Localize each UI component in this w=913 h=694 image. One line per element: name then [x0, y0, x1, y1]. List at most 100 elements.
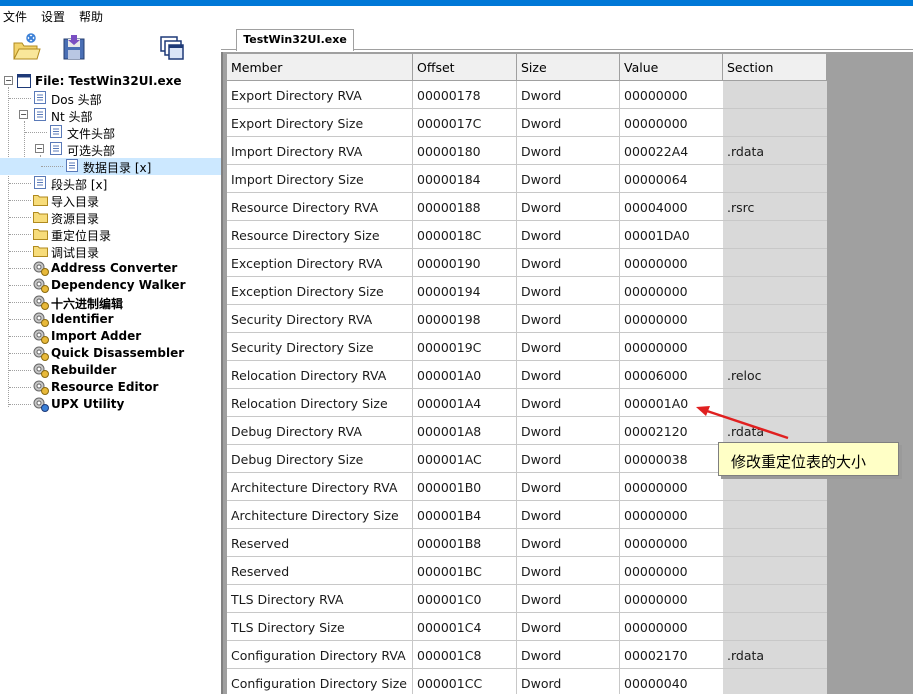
- cell-value[interactable]: 00000000: [620, 557, 723, 585]
- column-header-offset[interactable]: Offset: [413, 54, 517, 81]
- table-row[interactable]: Reserved 000001B8 Dword 00000000: [227, 529, 827, 557]
- document-icon: [34, 176, 48, 190]
- table-row[interactable]: Export Directory Size 0000017C Dword 000000…: [227, 109, 827, 137]
- tab-file[interactable]: TestWin32UI.exe: [236, 29, 354, 51]
- cell-offset: 000001A4: [413, 389, 517, 417]
- tree-item-nt-header[interactable]: − Nt 头部: [0, 107, 221, 124]
- cell-value[interactable]: 00001DA0: [620, 221, 723, 249]
- table-row[interactable]: Security Directory RVA 00000198 Dword 00000…: [227, 305, 827, 333]
- tree-item-data-directories[interactable]: 数据目录 [x]: [0, 158, 221, 175]
- tree-item-address-converter[interactable]: Address Converter: [0, 260, 221, 277]
- table-row[interactable]: Configuration Directory RVA 000001C8 Dword…: [227, 641, 827, 669]
- column-header-size[interactable]: Size: [517, 54, 620, 81]
- table-row[interactable]: Configuration Directory Size 000001CC Dwor…: [227, 669, 827, 694]
- cell-value[interactable]: 00000000: [620, 305, 723, 333]
- cell-member: Import Directory RVA: [227, 137, 413, 165]
- table-row[interactable]: Exception Directory RVA 00000190 Dword 0000…: [227, 249, 827, 277]
- table-row[interactable]: Security Directory Size 0000019C Dword 0000…: [227, 333, 827, 361]
- tree-item-rebuilder[interactable]: Rebuilder: [0, 362, 221, 379]
- cell-value[interactable]: 00000000: [620, 277, 723, 305]
- tree-item-label: Quick Disassembler: [51, 346, 185, 360]
- table-row[interactable]: Import Directory RVA 00000180 Dword 000022A…: [227, 137, 827, 165]
- tree-connector: [9, 98, 31, 99]
- tree-item-debug-directory[interactable]: 调试目录: [0, 243, 221, 260]
- cell-value[interactable]: 00000000: [620, 473, 723, 501]
- cell-member: Relocation Directory Size: [227, 389, 413, 417]
- tree-item-label: Import Adder: [51, 329, 142, 343]
- cell-value[interactable]: 00000000: [620, 109, 723, 137]
- tree-connector: [25, 132, 47, 133]
- tool-icon: [33, 261, 49, 276]
- table-row[interactable]: Exception Directory Size 00000194 Dword 000…: [227, 277, 827, 305]
- table-row[interactable]: Resource Directory Size 0000018C Dword 0000…: [227, 221, 827, 249]
- table-row[interactable]: Architecture Directory RVA 000001B0 Dword 0…: [227, 473, 827, 501]
- cell-offset: 000001BC: [413, 557, 517, 585]
- cell-value[interactable]: 00000000: [620, 81, 723, 109]
- cell-value[interactable]: 00000064: [620, 165, 723, 193]
- table-row[interactable]: TLS Directory RVA 000001C0 Dword 00000000: [227, 585, 827, 613]
- tree-item-import-adder[interactable]: Import Adder: [0, 328, 221, 345]
- tree-item-relocation-directory[interactable]: 重定位目录: [0, 226, 221, 243]
- cell-section: [723, 277, 827, 305]
- tree-item-label: 调试目录: [51, 246, 100, 260]
- cell-value[interactable]: 00000000: [620, 529, 723, 557]
- cell-member: TLS Directory RVA: [227, 585, 413, 613]
- cell-section: .rdata: [723, 137, 827, 165]
- tree-item-section-headers[interactable]: 段头部 [x]: [0, 175, 221, 192]
- cell-offset: 000001B8: [413, 529, 517, 557]
- toolbar: [0, 26, 220, 68]
- column-header-value[interactable]: Value: [620, 54, 723, 81]
- table-row[interactable]: Export Directory RVA 00000178 Dword 0000000…: [227, 81, 827, 109]
- tab-strip: TestWin32UI.exe: [221, 26, 913, 51]
- collapse-icon[interactable]: −: [35, 144, 44, 153]
- tree-item-identifier[interactable]: Identifier: [0, 311, 221, 328]
- cell-value[interactable]: 00006000: [620, 361, 723, 389]
- tree-item-quick-disassembler[interactable]: Quick Disassembler: [0, 345, 221, 362]
- table-row[interactable]: Relocation Directory RVA 000001A0 Dword 000…: [227, 361, 827, 389]
- cell-value[interactable]: 00000000: [620, 333, 723, 361]
- cell-size: Dword: [517, 109, 620, 137]
- cell-member: Exception Directory RVA: [227, 249, 413, 277]
- column-header-member[interactable]: Member: [227, 54, 413, 81]
- cell-value[interactable]: 00000000: [620, 585, 723, 613]
- tree-item-dos-header[interactable]: Dos 头部: [0, 90, 221, 107]
- tree-item-import-directory[interactable]: 导入目录: [0, 192, 221, 209]
- windows-icon[interactable]: [155, 31, 189, 65]
- cell-section: [723, 585, 827, 613]
- tree-item-dependency-walker[interactable]: Dependency Walker: [0, 277, 221, 294]
- cell-value[interactable]: 00004000: [620, 193, 723, 221]
- save-icon[interactable]: [57, 31, 91, 65]
- file-tree: − File: TestWin32UI.exe Dos 头部 − Nt 头部 文…: [0, 73, 221, 694]
- menu-file[interactable]: 文件: [3, 8, 27, 25]
- collapse-icon[interactable]: −: [4, 76, 13, 85]
- tree-item-optional-header[interactable]: − 可选头部: [0, 141, 221, 158]
- cell-value[interactable]: 00000000: [620, 613, 723, 641]
- cell-size: Dword: [517, 501, 620, 529]
- cell-member: Resource Directory RVA: [227, 193, 413, 221]
- table-row[interactable]: Reserved 000001BC Dword 00000000: [227, 557, 827, 585]
- tree-item-hex-editor[interactable]: 十六进制编辑: [0, 294, 221, 311]
- collapse-icon[interactable]: −: [19, 110, 28, 119]
- tree-item-file-header[interactable]: 文件头部: [0, 124, 221, 141]
- cell-section: .rsrc: [723, 193, 827, 221]
- cell-value[interactable]: 00000040: [620, 669, 723, 694]
- open-file-icon[interactable]: [9, 31, 43, 65]
- cell-value[interactable]: 00000000: [620, 249, 723, 277]
- cell-value[interactable]: 000022A4: [620, 137, 723, 165]
- table-row[interactable]: TLS Directory Size 000001C4 Dword 00000000: [227, 613, 827, 641]
- cell-value[interactable]: 00000000: [620, 501, 723, 529]
- tree-item-upx-utility[interactable]: UPX Utility: [0, 396, 221, 413]
- table-row[interactable]: Import Directory Size 00000184 Dword 000000…: [227, 165, 827, 193]
- tree-connector: [9, 268, 31, 269]
- cell-value[interactable]: 00002170: [620, 641, 723, 669]
- tree-item-resource-directory[interactable]: 资源目录: [0, 209, 221, 226]
- menu-settings[interactable]: 设置: [41, 8, 65, 25]
- document-icon: [66, 159, 80, 173]
- tree-root[interactable]: − File: TestWin32UI.exe: [0, 73, 221, 90]
- column-header-section[interactable]: Section: [723, 54, 827, 81]
- cell-section: [723, 473, 827, 501]
- table-row[interactable]: Architecture Directory Size 000001B4 Dword…: [227, 501, 827, 529]
- tree-item-resource-editor[interactable]: Resource Editor: [0, 379, 221, 396]
- menu-help[interactable]: 帮助: [79, 8, 103, 25]
- table-row[interactable]: Resource Directory RVA 00000188 Dword 00004…: [227, 193, 827, 221]
